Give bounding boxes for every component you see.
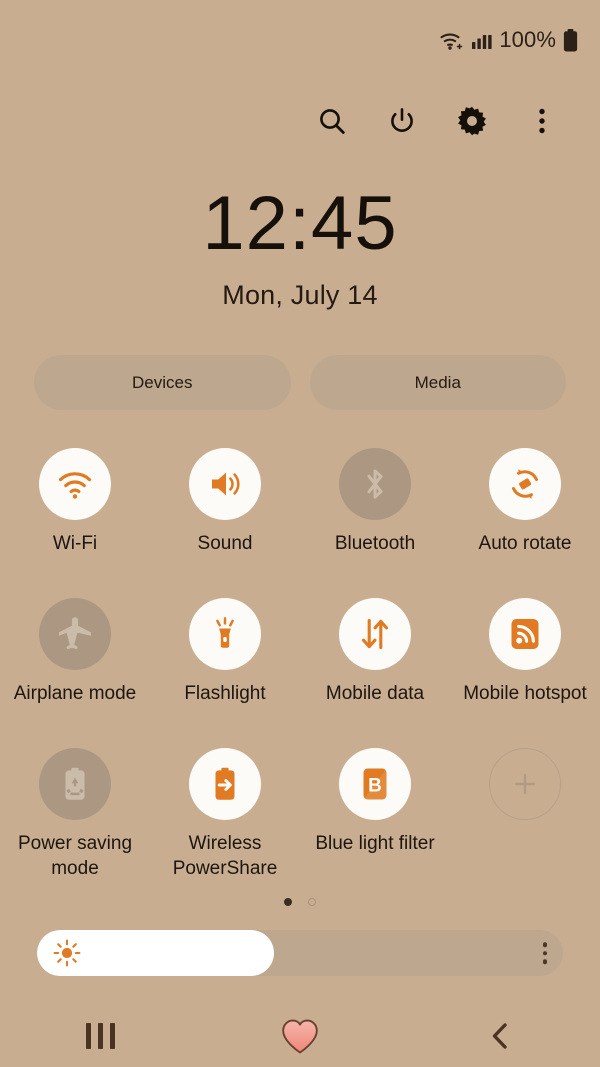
tile-power-saving-mode[interactable]: Power saving mode <box>0 748 150 898</box>
back-button[interactable] <box>460 1012 540 1060</box>
overflow-menu-button[interactable] <box>520 99 564 143</box>
tile-label: Bluetooth <box>334 533 416 554</box>
tile-wireless-powershare[interactable]: Wireless PowerShare <box>150 748 300 898</box>
clock-time: 12:45 <box>202 181 398 266</box>
wifi-plus-icon <box>439 29 465 51</box>
quick-settings-panel: 100% 12:45 Mon, July 14 Devices Media Wi… <box>0 0 600 1067</box>
tile-label: Power saving mode <box>17 833 133 880</box>
tile-mobile-data[interactable]: Mobile data <box>300 598 450 748</box>
tile-sound[interactable]: Sound <box>150 448 300 598</box>
page-dot[interactable] <box>308 898 316 906</box>
tile-label: Blue light filter <box>315 833 435 854</box>
home-button[interactable] <box>260 1012 340 1060</box>
battery-percent-label: 100% <box>499 27 556 52</box>
hotspot-icon <box>489 598 561 670</box>
media-button[interactable]: Media <box>309 355 566 410</box>
wifi-icon <box>39 448 111 520</box>
brightness-sun-icon <box>52 938 82 968</box>
quick-settings-tile-grid: Wi-Fi Sound Bluetooth Auto rotate Airplane m… <box>0 448 600 898</box>
page-dot[interactable] <box>284 898 292 906</box>
tile-label: Wi-Fi <box>52 533 98 554</box>
tile-mobile-hotspot[interactable]: Mobile hotspot <box>450 598 600 748</box>
brightness-options-icon[interactable] <box>542 942 547 964</box>
page-indicator <box>0 898 600 906</box>
navigation-bar <box>0 1005 600 1067</box>
status-bar: 100% <box>0 0 600 80</box>
tile-add-button[interactable] <box>450 748 600 898</box>
heart-home-icon <box>282 1019 318 1054</box>
tile-label: Auto rotate <box>478 533 572 554</box>
tile-bluetooth[interactable]: Bluetooth <box>300 448 450 598</box>
tile-wi-fi[interactable]: Wi-Fi <box>0 448 150 598</box>
search-icon <box>320 108 345 134</box>
svg-text:B: B <box>368 775 382 796</box>
recents-button[interactable] <box>60 1012 140 1060</box>
tile-label: Flashlight <box>184 683 266 704</box>
clock-date: Mon, July 14 <box>222 280 378 310</box>
tile-label: Sound <box>197 533 253 554</box>
flashlight-icon <box>189 598 261 670</box>
gear-icon <box>458 106 486 135</box>
devices-button[interactable]: Devices <box>34 355 291 410</box>
header-action-bar <box>0 93 600 148</box>
blue-light-icon: B <box>339 748 411 820</box>
search-button[interactable] <box>310 99 354 143</box>
power-button[interactable] <box>380 99 424 143</box>
powershare-icon <box>189 748 261 820</box>
battery-full-icon <box>563 28 578 52</box>
recents-icon <box>85 1023 115 1049</box>
signal-bars-icon <box>472 30 492 50</box>
overflow-icon <box>539 108 545 133</box>
power-saving-icon <box>39 748 111 820</box>
mobile-data-icon <box>339 598 411 670</box>
tile-auto-rotate[interactable]: Auto rotate <box>450 448 600 598</box>
settings-button[interactable] <box>450 99 494 143</box>
clock-block[interactable]: 12:45 Mon, July 14 <box>0 186 600 311</box>
tile-label: Mobile data <box>325 683 425 704</box>
add-tile-icon <box>489 748 561 820</box>
tile-label: Wireless PowerShare <box>172 833 278 880</box>
panel-shortcut-row: Devices Media <box>34 355 566 410</box>
tile-airplane-mode[interactable]: Airplane mode <box>0 598 150 748</box>
tile-label: Airplane mode <box>13 683 137 704</box>
tile-flashlight[interactable]: Flashlight <box>150 598 300 748</box>
tile-blue-light-filter[interactable]: B Blue light filter <box>300 748 450 898</box>
brightness-slider[interactable] <box>37 930 563 976</box>
tile-label: Mobile hotspot <box>463 683 587 704</box>
back-chevron-icon <box>492 1023 507 1049</box>
bluetooth-icon <box>339 448 411 520</box>
sound-icon <box>189 448 261 520</box>
auto-rotate-icon <box>489 448 561 520</box>
power-icon <box>391 107 413 132</box>
airplane-icon <box>39 598 111 670</box>
